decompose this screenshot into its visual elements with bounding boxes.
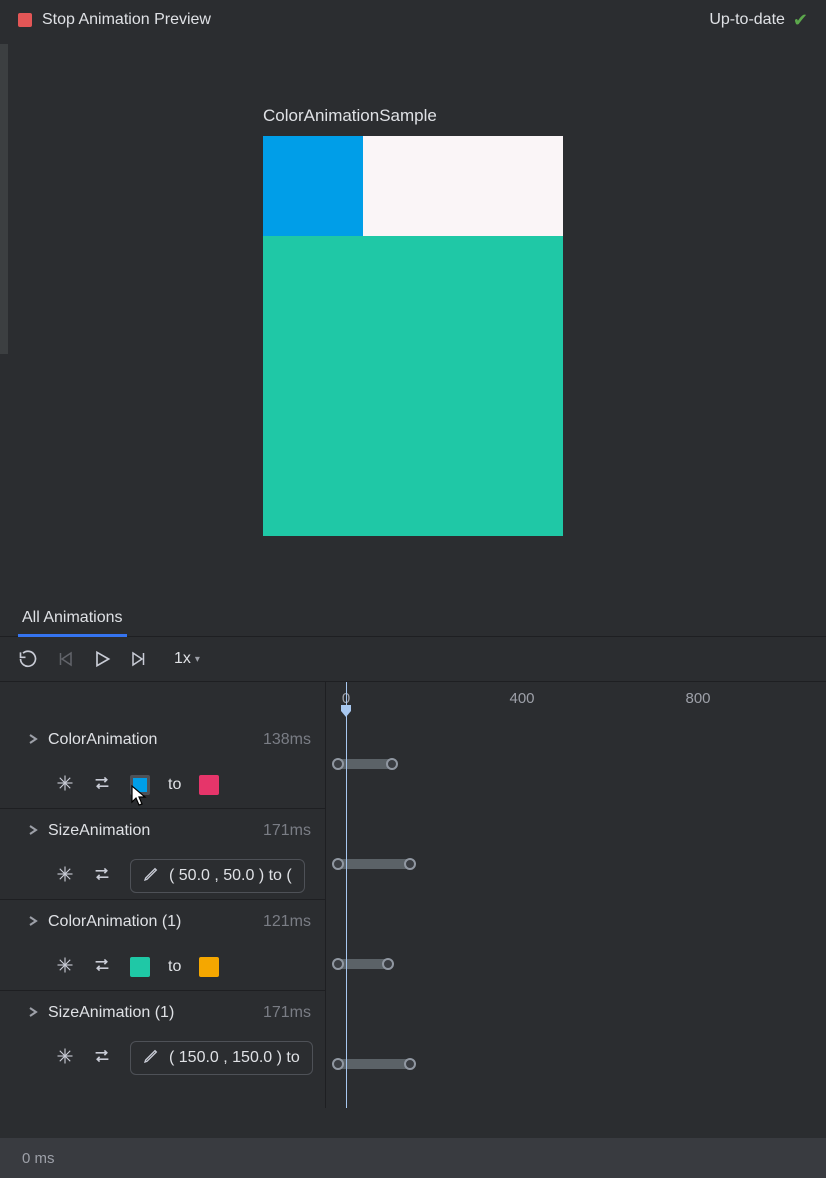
animation-name: ColorAnimation	[48, 731, 253, 749]
animation-duration: 171ms	[263, 1004, 311, 1022]
swap-icon[interactable]	[92, 1048, 112, 1069]
size-value: ( 50.0 , 50.0 ) to (	[169, 867, 292, 885]
preview-small-square	[263, 136, 363, 236]
chevron-down-icon: ▾	[195, 654, 200, 665]
step-back-button[interactable]	[56, 650, 74, 668]
chevron-right-icon[interactable]	[28, 732, 38, 749]
animation-name: SizeAnimation (1)	[48, 1004, 253, 1022]
animation-row[interactable]: SizeAnimation (1) 171ms ( 150.0 , 150.0 …	[0, 990, 325, 1081]
animation-name: SizeAnimation	[48, 822, 253, 840]
stop-animation-button[interactable]: Stop Animation Preview	[18, 11, 211, 29]
stop-icon	[18, 13, 32, 27]
tab-all-animations[interactable]: All Animations	[18, 601, 127, 637]
animation-row[interactable]: SizeAnimation 171ms ( 50.0 , 50.0 ) to (	[0, 808, 325, 899]
timeline-track[interactable]	[326, 908, 826, 1008]
footer: 0 ms	[0, 1138, 826, 1178]
keyframe-handle[interactable]	[404, 1058, 416, 1070]
chevron-right-icon[interactable]	[28, 914, 38, 931]
play-button[interactable]	[92, 649, 112, 669]
playhead-handle[interactable]	[340, 704, 352, 718]
status-indicator: Up-to-date ✔	[709, 10, 808, 31]
pencil-icon	[143, 1048, 159, 1069]
freeze-icon[interactable]	[56, 1047, 74, 1070]
step-forward-button[interactable]	[130, 650, 148, 668]
check-icon: ✔	[793, 10, 808, 31]
swap-icon[interactable]	[92, 866, 112, 887]
timeline-bar[interactable]	[334, 959, 392, 969]
animation-row[interactable]: ColorAnimation 138ms to	[0, 718, 325, 808]
to-color-swatch[interactable]	[199, 775, 219, 795]
tabs: All Animations	[0, 600, 826, 637]
cursor-icon	[130, 784, 148, 810]
preview-large-square	[263, 236, 563, 536]
keyframe-handle[interactable]	[386, 758, 398, 770]
keyframe-handle[interactable]	[332, 1058, 344, 1070]
timeline-axis: 0 400 800	[326, 682, 826, 718]
speed-label: 1x	[174, 650, 191, 668]
freeze-icon[interactable]	[56, 865, 74, 888]
pencil-icon	[143, 866, 159, 887]
status-text: Up-to-date	[709, 11, 785, 29]
animation-duration: 138ms	[263, 731, 311, 749]
animation-name: ColorAnimation (1)	[48, 913, 253, 931]
preview-label: ColorAnimationSample	[263, 106, 563, 126]
axis-tick: 400	[509, 690, 534, 707]
swap-icon[interactable]	[92, 957, 112, 978]
axis-tick: 800	[685, 690, 710, 707]
animation-list: ColorAnimation 138ms to Siz	[0, 682, 326, 1108]
freeze-icon[interactable]	[56, 956, 74, 979]
keyframe-handle[interactable]	[382, 958, 394, 970]
timeline-track[interactable]	[326, 718, 826, 808]
keyframe-handle[interactable]	[404, 858, 416, 870]
playback-controls: 1x ▾	[0, 637, 826, 681]
timeline-tracks[interactable]: 0 400 800	[326, 682, 826, 1108]
to-color-swatch[interactable]	[199, 957, 219, 977]
toolbar: Stop Animation Preview Up-to-date ✔	[0, 0, 826, 40]
from-color-swatch[interactable]	[130, 957, 150, 977]
speed-dropdown[interactable]: 1x ▾	[174, 650, 200, 668]
timeline-bar[interactable]	[334, 759, 396, 769]
preview-canvas	[263, 136, 563, 536]
timeline-track[interactable]	[326, 808, 826, 908]
footer-time: 0 ms	[22, 1150, 55, 1167]
size-value-input[interactable]: ( 50.0 , 50.0 ) to (	[130, 859, 305, 893]
timeline-area: ColorAnimation 138ms to Siz	[0, 681, 826, 1108]
playhead-line	[346, 682, 347, 1108]
animation-duration: 121ms	[263, 913, 311, 931]
preview-area: ColorAnimationSample	[0, 40, 826, 600]
animation-row[interactable]: ColorAnimation (1) 121ms to	[0, 899, 325, 990]
keyframe-handle[interactable]	[332, 858, 344, 870]
swap-icon[interactable]	[92, 775, 112, 796]
keyframe-handle[interactable]	[332, 758, 344, 770]
toolbar-title: Stop Animation Preview	[42, 11, 211, 29]
to-label: to	[168, 958, 181, 976]
chevron-right-icon[interactable]	[28, 823, 38, 840]
size-value: ( 150.0 , 150.0 ) to	[169, 1049, 300, 1067]
chevron-right-icon[interactable]	[28, 1005, 38, 1022]
timeline-track[interactable]	[326, 1008, 826, 1108]
to-label: to	[168, 776, 181, 794]
animation-duration: 171ms	[263, 822, 311, 840]
keyframe-handle[interactable]	[332, 958, 344, 970]
freeze-icon[interactable]	[56, 774, 74, 797]
reset-button[interactable]	[18, 649, 38, 669]
size-value-input[interactable]: ( 150.0 , 150.0 ) to	[130, 1041, 313, 1075]
